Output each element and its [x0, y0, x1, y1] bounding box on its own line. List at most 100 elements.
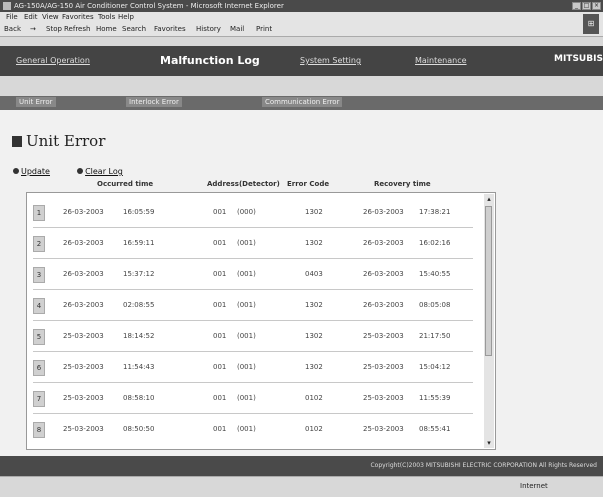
menu-file[interactable]: File — [6, 12, 18, 23]
address: 001 — [213, 270, 227, 278]
occurred-time: 16:05:59 — [123, 208, 155, 216]
col-error-code: Error Code — [287, 180, 330, 188]
detector: (001) — [237, 301, 256, 309]
table-row: 3 26-03-2003 15:37:12 001 (001) 0403 26-… — [33, 261, 473, 290]
occurred-time: 15:37:12 — [123, 270, 155, 278]
recovery-date: 26-03-2003 — [363, 239, 404, 247]
row-number: 5 — [33, 329, 45, 345]
row-number: 7 — [33, 391, 45, 407]
error-code: 1302 — [305, 239, 323, 247]
table-row: 8 25-03-2003 08:50:50 001 (001) 0102 25-… — [33, 416, 473, 444]
recovery-time: 21:17:50 — [419, 332, 451, 340]
scroll-thumb[interactable] — [485, 206, 492, 356]
row-number: 6 — [33, 360, 45, 376]
bullet-icon — [13, 168, 19, 174]
minimize-button[interactable]: _ — [572, 2, 581, 10]
occurred-date: 26-03-2003 — [63, 270, 104, 278]
home-button[interactable]: Home — [96, 23, 117, 36]
favorites-button[interactable]: Favorites — [154, 23, 186, 36]
error-code: 0102 — [305, 425, 323, 433]
refresh-button[interactable]: Refresh — [64, 23, 90, 36]
print-button[interactable]: Print — [256, 23, 272, 36]
clear-log-link[interactable]: Clear Log — [85, 167, 123, 176]
occurred-date: 26-03-2003 — [63, 208, 104, 216]
detector: (000) — [237, 208, 256, 216]
menu-help[interactable]: Help — [118, 12, 134, 23]
address: 001 — [213, 425, 227, 433]
recovery-time: 15:04:12 — [419, 363, 451, 371]
forward-button[interactable]: → — [30, 23, 36, 36]
recovery-time: 11:55:39 — [419, 394, 451, 402]
close-button[interactable]: × — [592, 2, 601, 10]
error-code: 1302 — [305, 363, 323, 371]
mail-button[interactable]: Mail — [230, 23, 244, 36]
row-number: 8 — [33, 422, 45, 438]
app-header: General Operation Malfunction Log System… — [0, 46, 603, 76]
occurred-date: 26-03-2003 — [63, 239, 104, 247]
table-row: 7 25-03-2003 08:58:10 001 (001) 0102 25-… — [33, 385, 473, 414]
subtab-unit-error[interactable]: Unit Error — [16, 97, 56, 107]
recovery-time: 15:40:55 — [419, 270, 451, 278]
address: 001 — [213, 239, 227, 247]
nav-maintenance[interactable]: Maintenance — [415, 56, 467, 65]
windows-flag-icon: ⊞ — [583, 14, 599, 34]
subtab-communication-error[interactable]: Communication Error — [262, 97, 343, 107]
recovery-time: 16:02:16 — [419, 239, 451, 247]
row-number: 3 — [33, 267, 45, 283]
recovery-time: 08:55:41 — [419, 425, 451, 433]
internet-zone-label: Internet — [520, 482, 548, 490]
stop-button[interactable]: Stop — [46, 23, 62, 36]
menu-favorites[interactable]: Favorites — [62, 12, 94, 23]
detector: (001) — [237, 363, 256, 371]
back-button[interactable]: Back — [4, 23, 21, 36]
table-row: 5 25-03-2003 18:14:52 001 (001) 1302 25-… — [33, 323, 473, 352]
maximize-button[interactable]: □ — [582, 2, 591, 10]
ie-icon — [3, 2, 11, 10]
scroll-up-icon[interactable]: ▴ — [484, 194, 494, 204]
page-title-text: Unit Error — [26, 132, 106, 150]
address: 001 — [213, 301, 227, 309]
update-link[interactable]: Update — [21, 167, 50, 176]
occurred-date: 25-03-2003 — [63, 332, 104, 340]
detector: (001) — [237, 332, 256, 340]
address: 001 — [213, 208, 227, 216]
search-button[interactable]: Search — [122, 23, 146, 36]
occurred-time: 18:14:52 — [123, 332, 155, 340]
nav-system-setting[interactable]: System Setting — [300, 56, 361, 65]
window-titlebar: AG-150A/AG-150 Air Conditioner Control S… — [0, 0, 603, 12]
page-title: Unit Error — [12, 132, 105, 150]
recovery-date: 25-03-2003 — [363, 394, 404, 402]
detector: (001) — [237, 270, 256, 278]
recovery-date: 26-03-2003 — [363, 270, 404, 278]
table-row: 1 26-03-2003 16:05:59 001 (000) 1302 26-… — [33, 199, 473, 228]
history-button[interactable]: History — [196, 23, 221, 36]
detector: (001) — [237, 239, 256, 247]
table-row: 2 26-03-2003 16:59:11 001 (001) 1302 26-… — [33, 230, 473, 259]
browser-toolbar: Back → Stop Refresh Home Search Favorite… — [0, 23, 603, 37]
detector: (001) — [237, 425, 256, 433]
table-scrollbar[interactable]: ▴ ▾ — [484, 194, 494, 448]
nav-general-operation[interactable]: General Operation — [16, 56, 90, 65]
title-square-icon — [12, 136, 22, 147]
recovery-date: 25-03-2003 — [363, 363, 404, 371]
error-code: 1302 — [305, 332, 323, 340]
menu-view[interactable]: View — [42, 12, 59, 23]
row-number: 4 — [33, 298, 45, 314]
occurred-time: 08:58:10 — [123, 394, 155, 402]
detector: (001) — [237, 394, 256, 402]
menu-bar: File Edit View Favorites Tools Help — [0, 12, 603, 23]
menu-tools[interactable]: Tools — [98, 12, 115, 23]
col-recovery-time: Recovery time — [374, 180, 431, 188]
occurred-date: 25-03-2003 — [63, 425, 104, 433]
subtab-interlock-error[interactable]: Interlock Error — [126, 97, 182, 107]
recovery-time: 08:05:08 — [419, 301, 451, 309]
recovery-date: 26-03-2003 — [363, 208, 404, 216]
nav-current-malfunction-log: Malfunction Log — [160, 54, 260, 67]
window-title: AG-150A/AG-150 Air Conditioner Control S… — [14, 2, 284, 10]
menu-edit[interactable]: Edit — [24, 12, 38, 23]
scroll-down-icon[interactable]: ▾ — [484, 438, 494, 448]
error-code: 1302 — [305, 301, 323, 309]
recovery-time: 17:38:21 — [419, 208, 451, 216]
copyright-text: Copyright(C)2003 MITSUBISHI ELECTRIC COR… — [370, 462, 597, 469]
occurred-date: 26-03-2003 — [63, 301, 104, 309]
